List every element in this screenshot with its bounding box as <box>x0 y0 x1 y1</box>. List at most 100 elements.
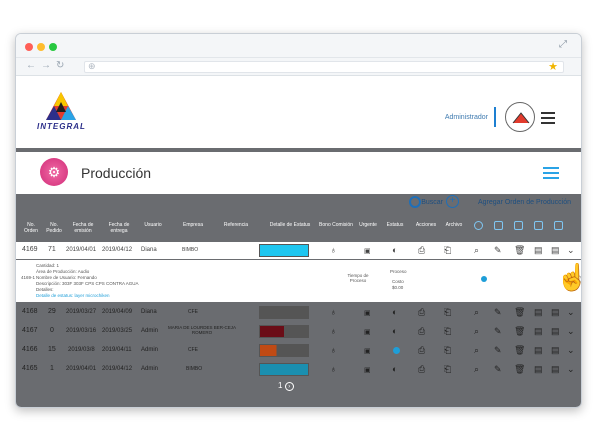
page-number[interactable]: 1 <box>278 381 282 390</box>
search-label[interactable]: Buscar <box>421 199 443 206</box>
table-row[interactable]: 4165 1 2019/04/01 2019/04/12 Admin BIMBO… <box>16 361 581 378</box>
bag-icon[interactable]: ♁ <box>330 245 337 255</box>
doc2-icon[interactable]: ▤ <box>551 364 560 375</box>
address-bar: ←→↻ ⊕ ★ <box>16 58 581 76</box>
chevron-down-icon[interactable]: ⌄ <box>567 326 575 337</box>
cell-empresa: CFE <box>188 309 198 315</box>
table-row[interactable]: 4168 29 2019/03/27 2019/04/09 Diana CFE … <box>16 304 581 321</box>
detail-proceso: Proceso <box>390 269 407 274</box>
cell-empresa: MARIA DE LOURDES BER-CEJA ROMERO <box>167 325 236 335</box>
doc2-icon[interactable]: ▤ <box>551 326 560 337</box>
doc-icon[interactable]: ▤ <box>534 245 543 256</box>
trash-col-icon <box>514 221 523 230</box>
view-icon[interactable]: ⌕ <box>474 345 479 356</box>
print-icon[interactable]: ⎗ <box>444 307 451 318</box>
view-icon[interactable]: ⌕ <box>474 326 479 337</box>
doc2-icon[interactable]: ▤ <box>551 307 560 318</box>
col-entrega: Fecha de entrega <box>108 222 130 234</box>
urgent-icon[interactable]: ▣ <box>364 347 371 355</box>
cell-entrega: 2019/04/09 <box>102 309 133 315</box>
zoom-dot[interactable] <box>49 43 57 51</box>
status-dot-icon: ◐ <box>392 245 398 255</box>
urgent-icon[interactable]: ▣ <box>364 328 371 336</box>
view-icon[interactable]: ⌕ <box>474 307 479 318</box>
table-row[interactable]: 4166 15 2019/03/8 2019/04/11 Admin CFE ♁… <box>16 342 581 359</box>
col-estatus: Estatus <box>386 222 404 228</box>
edit-icon[interactable]: ✎ <box>494 326 502 337</box>
urgent-icon[interactable]: ▣ <box>364 247 371 255</box>
next-page-icon[interactable]: › <box>284 382 294 391</box>
doc2-col-icon <box>554 221 563 230</box>
print-icon[interactable]: ⎗ <box>444 345 451 356</box>
print-icon[interactable]: ⎗ <box>444 245 451 256</box>
bag-icon[interactable]: ♁ <box>330 307 337 317</box>
progress-dot <box>481 276 487 282</box>
minimize-dot[interactable] <box>37 43 45 51</box>
add-icon[interactable]: + <box>446 195 459 208</box>
print-icon[interactable]: ⎗ <box>444 364 451 375</box>
status-dot-icon: ◐ <box>392 326 398 336</box>
view-icon[interactable]: ⌕ <box>474 364 479 375</box>
status-bar <box>259 244 309 257</box>
chevron-down-icon[interactable]: ⌄ <box>567 345 575 356</box>
edit-icon[interactable]: ✎ <box>494 307 502 318</box>
search-icon[interactable] <box>409 196 421 208</box>
doc-icon[interactable]: ▤ <box>534 307 543 318</box>
urgent-icon[interactable]: ▣ <box>364 366 371 374</box>
pdf-icon[interactable]: ⎙ <box>418 364 425 375</box>
close-dot[interactable] <box>25 43 33 51</box>
doc-icon[interactable]: ▤ <box>534 326 543 337</box>
status-dot-icon: ◐ <box>392 307 398 317</box>
table-row[interactable]: 4167 0 2019/03/16 2019/03/25 Admin MARIA… <box>16 323 581 340</box>
bag-icon[interactable]: ♁ <box>330 326 337 336</box>
chevron-down-icon[interactable]: ⌄ <box>567 364 575 375</box>
urgent-icon[interactable]: ▣ <box>364 309 371 317</box>
expand-icon[interactable]: ⤢ <box>559 39 567 50</box>
integral-logo[interactable]: INTEGRAL <box>34 92 94 134</box>
url-field[interactable]: ⊕ ★ <box>84 61 564 73</box>
detail-link[interactable]: Detalle de estatus: layer microchiken <box>36 293 110 298</box>
col-empresa: Empresa <box>182 222 203 228</box>
trash-icon[interactable]: 🗑 <box>514 364 525 375</box>
menu-icon[interactable] <box>541 112 555 127</box>
bag-icon[interactable]: ♁ <box>330 345 337 355</box>
pdf-icon[interactable]: ⎙ <box>418 345 425 356</box>
star-icon[interactable]: ★ <box>548 60 558 73</box>
avatar[interactable] <box>505 102 535 132</box>
bag-icon[interactable]: ♁ <box>330 364 337 374</box>
edit-icon[interactable]: ✎ <box>494 245 502 256</box>
cell-pedido: 29 <box>48 308 56 315</box>
nav-buttons[interactable]: ←→↻ <box>26 60 69 71</box>
add-order-button[interactable]: Agregar Orden de Producción <box>478 199 571 206</box>
view-icon[interactable]: ⌕ <box>474 245 479 256</box>
trash-icon[interactable]: 🗑 <box>514 245 525 256</box>
chevron-down-icon[interactable]: ⌄ <box>567 307 575 318</box>
pdf-icon[interactable]: ⎙ <box>418 326 425 337</box>
page-title: Producción <box>81 165 152 181</box>
status-dot-icon <box>393 347 400 354</box>
hand-cursor-icon: ☝ <box>556 262 589 292</box>
detail-tiempo: Tiempo de Proceso <box>347 273 369 283</box>
detail-descripcion: Descripción: 303F 303F CPS CPS CONTRA AG… <box>36 281 139 286</box>
edit-icon[interactable]: ✎ <box>494 345 502 356</box>
cell-pedido: 71 <box>48 246 56 253</box>
pdf-icon[interactable]: ⎙ <box>418 245 425 256</box>
doc-icon[interactable]: ▤ <box>534 364 543 375</box>
edit-icon[interactable]: ✎ <box>494 364 502 375</box>
cell-empresa: CFE <box>188 347 198 353</box>
trash-icon[interactable]: 🗑 <box>514 307 525 318</box>
trash-icon[interactable]: 🗑 <box>514 326 525 337</box>
trash-icon[interactable]: 🗑 <box>514 345 525 356</box>
section-menu-icon[interactable] <box>543 167 559 182</box>
status-dot-icon: ◐ <box>392 364 398 374</box>
pagination[interactable]: 1 › <box>278 381 294 391</box>
doc2-icon[interactable]: ▤ <box>551 345 560 356</box>
cell-pedido: 15 <box>48 346 56 353</box>
col-archivo: Archivo <box>445 222 463 228</box>
print-icon[interactable]: ⎗ <box>444 326 451 337</box>
pdf-icon[interactable]: ⎙ <box>418 307 425 318</box>
doc2-icon[interactable]: ▤ <box>551 245 560 256</box>
doc-icon[interactable]: ▤ <box>534 345 543 356</box>
table-row[interactable]: 4169 71 2019/04/01 2019/04/12 Diana BIMB… <box>16 242 581 259</box>
chevron-down-icon[interactable]: ⌄ <box>567 245 575 256</box>
